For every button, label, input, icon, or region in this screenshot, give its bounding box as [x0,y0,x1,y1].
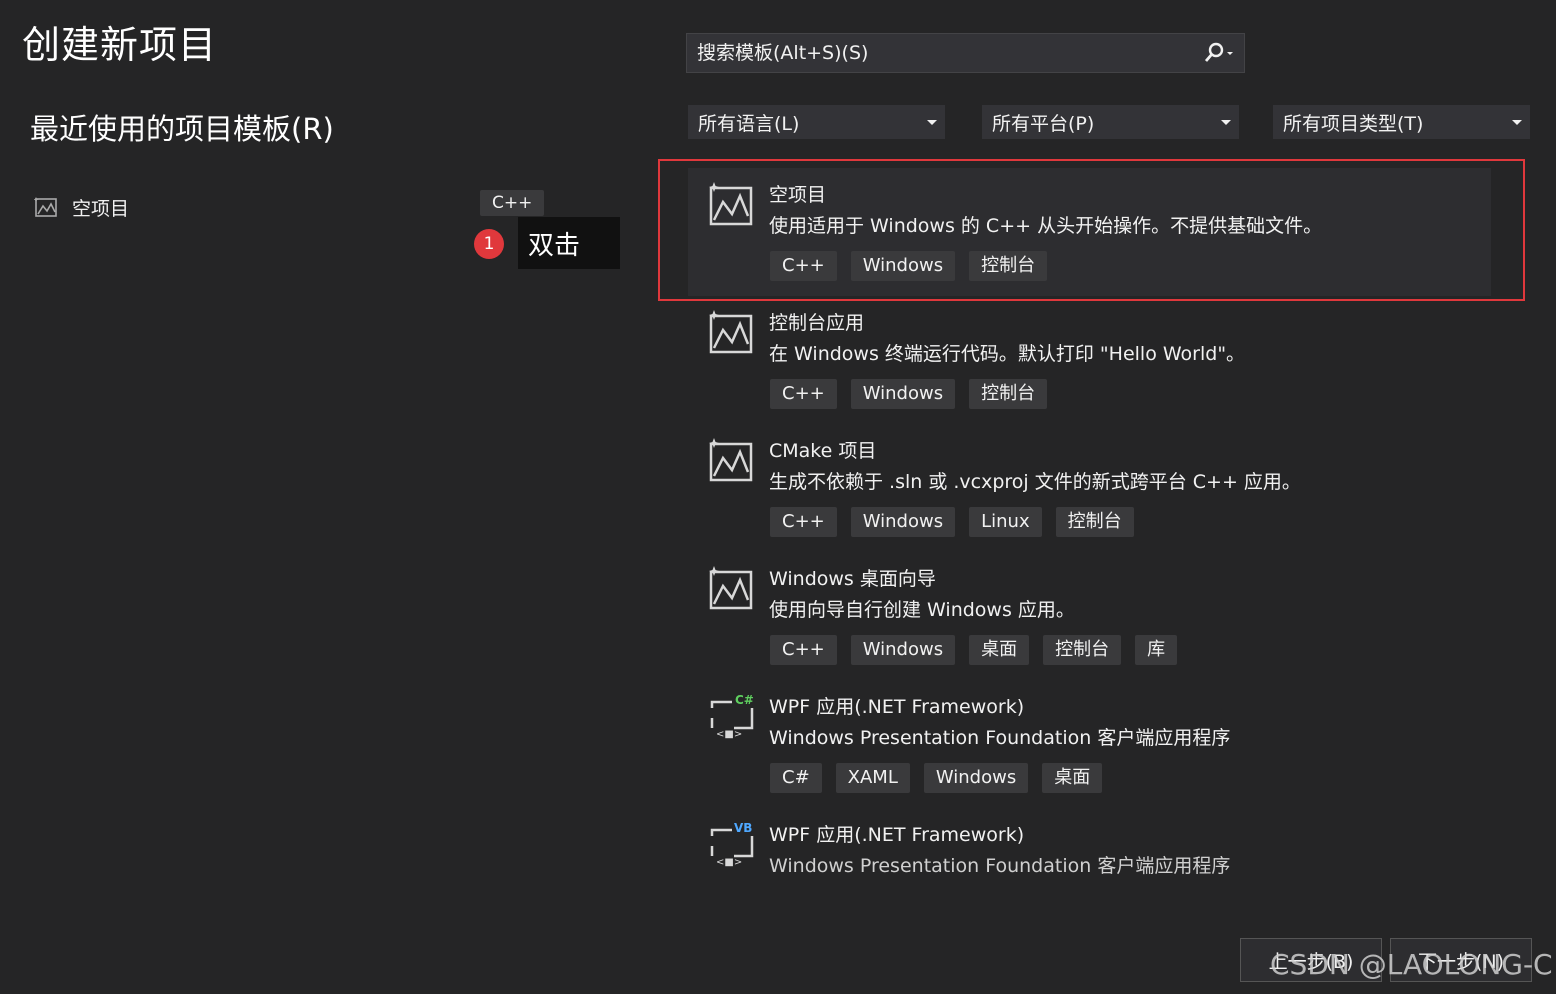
search-input[interactable] [695,41,1200,65]
template-tag: C++ [770,379,837,409]
template-description: Windows Presentation Foundation 客户端应用程序 [769,855,1231,877]
project-type-filter-label: 所有项目类型(T) [1283,112,1424,135]
cpp-project-icon [709,310,753,354]
platform-filter-dropdown[interactable]: 所有平台(P) [982,105,1239,139]
recent-item-label: 空项目 [72,197,130,220]
project-type-filter-dropdown[interactable]: 所有项目类型(T) [1273,105,1530,139]
project-template-icon [34,197,57,217]
recent-item-tag: C++ [480,190,545,216]
template-search-box[interactable] [686,33,1245,73]
template-item-wpf-csharp[interactable]: <■> C# WPF 应用(.NET Framework) Windows Pr… [688,680,1491,808]
template-description: 生成不依赖于 .sln 或 .vcxproj 文件的新式跨平台 C++ 应用。 [769,471,1301,493]
template-tag: C++ [770,635,837,665]
cpp-project-icon [709,566,753,610]
recent-item-empty-project[interactable]: 空项目 C++ [34,190,545,224]
template-name: WPF 应用(.NET Framework) [769,696,1025,718]
template-tag: 控制台 [969,379,1048,409]
chevron-down-icon [1512,119,1522,125]
template-item-console-app[interactable]: 控制台应用 在 Windows 终端运行代码。默认打印 "Hello World… [688,296,1491,424]
template-tag: Windows [850,507,956,537]
wpf-csharp-icon: <■> C# [710,694,754,740]
template-tag: C# [770,763,822,793]
chevron-down-icon [1221,119,1231,125]
template-tag: 控制台 [1055,507,1134,537]
language-filter-dropdown[interactable]: 所有语言(L) [688,105,945,139]
template-description: Windows Presentation Foundation 客户端应用程序 [769,727,1231,749]
template-name: Windows 桌面向导 [769,568,936,590]
template-description: 使用向导自行创建 Windows 应用。 [769,599,1075,621]
annotation-badge: 1 [474,229,504,259]
watermark: CSDN @LAOLONG-C [1270,948,1553,981]
template-tag: Windows [850,635,956,665]
cpp-project-icon [709,438,753,482]
template-description: 在 Windows 终端运行代码。默认打印 "Hello World"。 [769,343,1246,365]
chevron-down-icon [927,119,937,125]
template-item-cmake-project[interactable]: CMake 项目 生成不依赖于 .sln 或 .vcxproj 文件的新式跨平台… [688,424,1491,552]
template-tag: Windows [923,763,1029,793]
template-tag: 库 [1135,635,1178,665]
annotation-tooltip: 双击 [518,217,620,269]
template-name: 控制台应用 [769,312,865,334]
template-tag: XAML [835,763,910,793]
template-name: WPF 应用(.NET Framework) [769,824,1025,846]
vb-badge: VB [734,822,752,835]
page-title: 创建新项目 [22,23,218,67]
language-filter-label: 所有语言(L) [698,112,800,135]
template-tag: Linux [969,507,1042,537]
svg-text:<■>: <■> [716,857,742,868]
platform-filter-label: 所有平台(P) [992,112,1095,135]
csharp-badge: C# [735,694,754,707]
selection-highlight-box [658,159,1525,301]
recent-templates-heading: 最近使用的项目模板(R) [30,112,334,146]
wpf-vb-icon: <■> VB [710,822,754,868]
search-icon[interactable] [1200,39,1234,67]
template-item-windows-desktop-wizard[interactable]: Windows 桌面向导 使用向导自行创建 Windows 应用。 C++ Wi… [688,552,1491,680]
template-tag: 控制台 [1043,635,1122,665]
template-tag: 桌面 [969,635,1030,665]
svg-text:<■>: <■> [716,729,742,740]
template-item-wpf-vb[interactable]: <■> VB WPF 应用(.NET Framework) Windows Pr… [688,808,1491,908]
template-tag: 桌面 [1042,763,1103,793]
template-name: CMake 项目 [769,440,877,462]
template-tag: Windows [850,379,956,409]
template-tag: C++ [770,507,837,537]
